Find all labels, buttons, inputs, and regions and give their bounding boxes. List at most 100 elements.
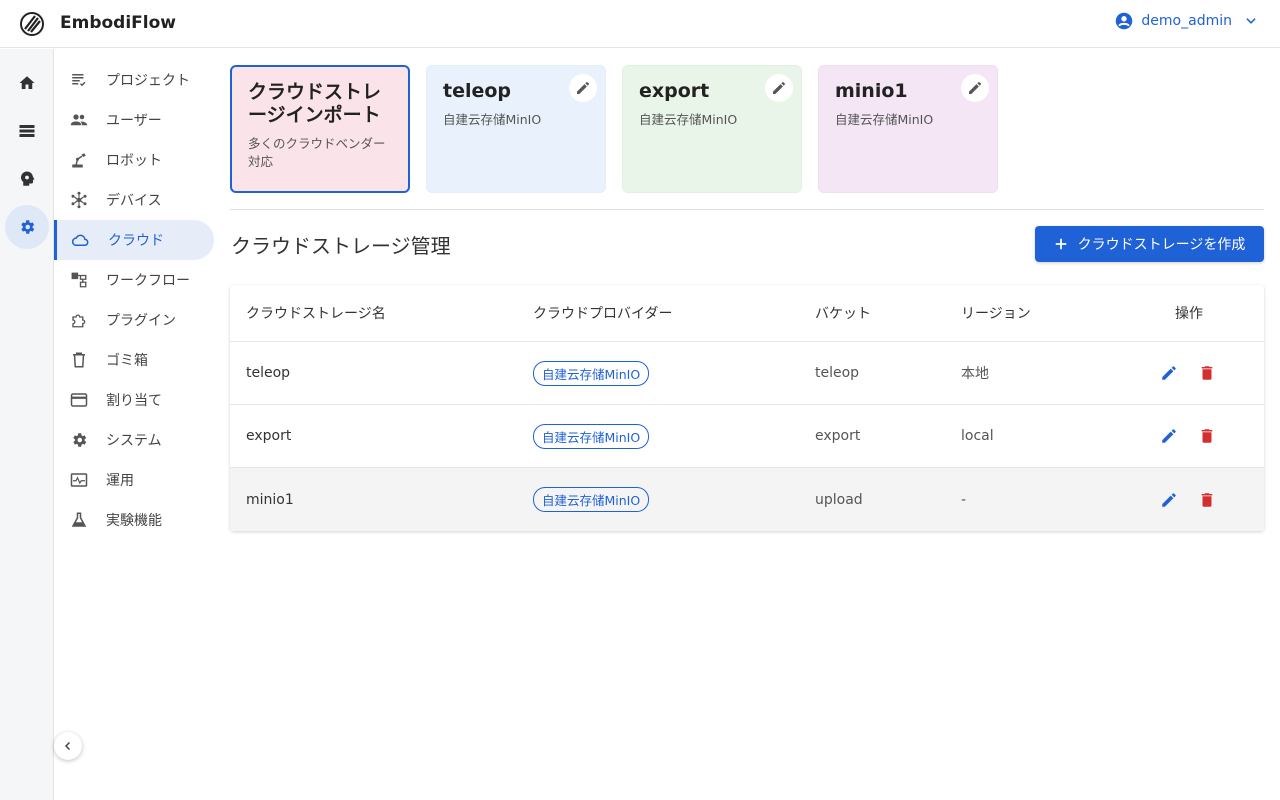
sidebar-item-label: 実験機能 [106, 513, 162, 529]
page-title: クラウドストレージ管理 [231, 234, 451, 258]
sidebar-item-label: プラグイン [106, 313, 176, 329]
bucket: upload [815, 491, 863, 508]
column-header-provider[interactable]: クラウドプロバイダー [533, 285, 672, 341]
sidebar-item-trash[interactable]: ゴミ箱 [54, 340, 214, 380]
pencil-icon [969, 82, 981, 94]
app-title: EmbodiFlow [60, 13, 176, 33]
edit-row-button[interactable] [1160, 427, 1178, 445]
card-subtitle: 自建云存储MinIO [835, 112, 934, 127]
create-cloud-storage-button[interactable]: クラウドストレージを作成 [1035, 226, 1264, 262]
trash-icon [73, 352, 85, 368]
sidebar-item-devices[interactable]: デバイス [54, 180, 214, 220]
card-subtitle: 自建云存储MinIO [443, 112, 542, 127]
column-header-name[interactable]: クラウドストレージ名 [246, 285, 386, 341]
sidebar-item-system[interactable]: システム [54, 420, 214, 460]
table-row[interactable]: teleop 自建云存储MinIO teleop 本地 [230, 342, 1264, 405]
card-edit-button[interactable] [569, 74, 597, 102]
region: local [961, 428, 994, 444]
table-header-row: クラウドストレージ名 クラウドプロバイダー バケット リージョン 操作 [230, 285, 1264, 342]
collapse-sidebar-button[interactable] [54, 732, 82, 760]
top-bar: EmbodiFlow demo_admin [0, 0, 1280, 48]
sidebar-item-label: ゴミ箱 [106, 353, 148, 369]
delete-row-button[interactable] [1198, 427, 1216, 445]
rail-model-button[interactable] [5, 157, 49, 201]
pencil-icon [1162, 492, 1176, 507]
rail-settings-button[interactable] [5, 205, 49, 249]
robot-arm-icon [72, 153, 86, 168]
gear-icon [21, 220, 35, 234]
card-edit-button[interactable] [765, 74, 793, 102]
app-logo-icon[interactable] [20, 12, 44, 36]
sidebar-item-allocation[interactable]: 割り当て [54, 380, 214, 420]
workflow-icon [71, 272, 87, 288]
gear-icon [73, 433, 87, 447]
card-teleop[interactable]: teleop 自建云存储MinIO [426, 65, 606, 193]
rail-data-button[interactable] [5, 109, 49, 153]
user-name: demo_admin [1141, 13, 1232, 29]
chevron-left-icon [64, 741, 71, 751]
account-circle-icon [1116, 12, 1133, 30]
sidebar-item-label: 運用 [106, 473, 134, 489]
delete-row-button[interactable] [1198, 364, 1216, 382]
cloud-storage-table: クラウドストレージ名 クラウドプロバイダー バケット リージョン 操作 tele… [230, 285, 1264, 531]
sidebar-item-experimental[interactable]: 実験機能 [54, 500, 214, 540]
sidebar-item-label: 割り当て [106, 393, 162, 409]
trash-icon [1201, 429, 1213, 443]
create-button-label: クラウドストレージを作成 [1077, 237, 1246, 253]
pencil-icon [1162, 429, 1176, 443]
delete-row-button[interactable] [1198, 491, 1216, 509]
card-cloud-import[interactable]: クラウドストレージインポート 多くのクラウドベンダー対応 [230, 65, 410, 193]
trash-icon [1201, 492, 1213, 507]
sidebar-item-workflow[interactable]: ワークフロー [54, 260, 214, 300]
provider-chip: 自建云存储MinIO [533, 360, 650, 386]
sidebar-item-label: システム [106, 433, 162, 449]
sidebar-item-label: クラウド [108, 233, 164, 249]
pencil-icon [773, 82, 785, 94]
card-title: minio1 [835, 80, 908, 102]
region: - [961, 491, 967, 508]
flask-icon [71, 512, 87, 527]
brain-head-icon [21, 171, 35, 186]
sidebar-item-label: デバイス [106, 193, 162, 209]
user-menu[interactable]: demo_admin [1115, 12, 1258, 30]
sidebar-item-operations[interactable]: 運用 [54, 460, 214, 500]
device-hub-icon [71, 191, 87, 209]
sidebar-item-cloud[interactable]: クラウド [54, 220, 214, 260]
card-minio1[interactable]: minio1 自建云存储MinIO [818, 65, 998, 193]
card-title: クラウドストレージインポート [248, 81, 382, 126]
region: 本地 [961, 366, 989, 382]
card-edit-button[interactable] [961, 74, 989, 102]
sidebar-item-projects[interactable]: プロジェクト [54, 60, 214, 100]
card-export[interactable]: export 自建云存储MinIO [622, 65, 802, 193]
table-row[interactable]: minio1 自建云存储MinIO upload - [230, 468, 1264, 531]
sidebar: プロジェクト ユーザー ロボット デバイス クラウド ワークフロー プラグイン … [54, 49, 220, 800]
project-list-icon [72, 74, 86, 87]
card-icon [70, 393, 88, 407]
rail-home-button[interactable] [5, 61, 49, 105]
column-header-bucket[interactable]: バケット [815, 285, 871, 341]
edit-row-button[interactable] [1160, 491, 1178, 509]
card-subtitle: 多くのクラウドベンダー対応 [248, 136, 386, 169]
sidebar-item-users[interactable]: ユーザー [54, 100, 214, 140]
home-icon [19, 76, 35, 89]
plugin-icon [72, 314, 86, 328]
sidebar-item-plugins[interactable]: プラグイン [54, 300, 214, 340]
bucket: teleop [815, 365, 860, 381]
column-header-region[interactable]: リージョン [961, 285, 1031, 341]
chevron-down-icon [1246, 18, 1256, 24]
users-icon [70, 114, 88, 126]
table-row[interactable]: export 自建云存储MinIO export local [230, 405, 1264, 468]
provider-chip: 自建云存储MinIO [533, 487, 650, 512]
pencil-icon [1162, 366, 1176, 380]
edit-row-button[interactable] [1160, 364, 1178, 382]
sidebar-item-label: ロボット [106, 153, 162, 169]
pencil-icon [577, 82, 589, 94]
icon-rail [0, 49, 54, 800]
sidebar-item-label: ワークフロー [106, 273, 190, 289]
trash-icon [1201, 366, 1213, 380]
monitor-icon [70, 473, 88, 487]
sidebar-item-label: ユーザー [106, 113, 162, 129]
plus-icon [1055, 238, 1066, 250]
column-header-actions: 操作 [1175, 306, 1203, 322]
sidebar-item-robots[interactable]: ロボット [54, 140, 214, 180]
